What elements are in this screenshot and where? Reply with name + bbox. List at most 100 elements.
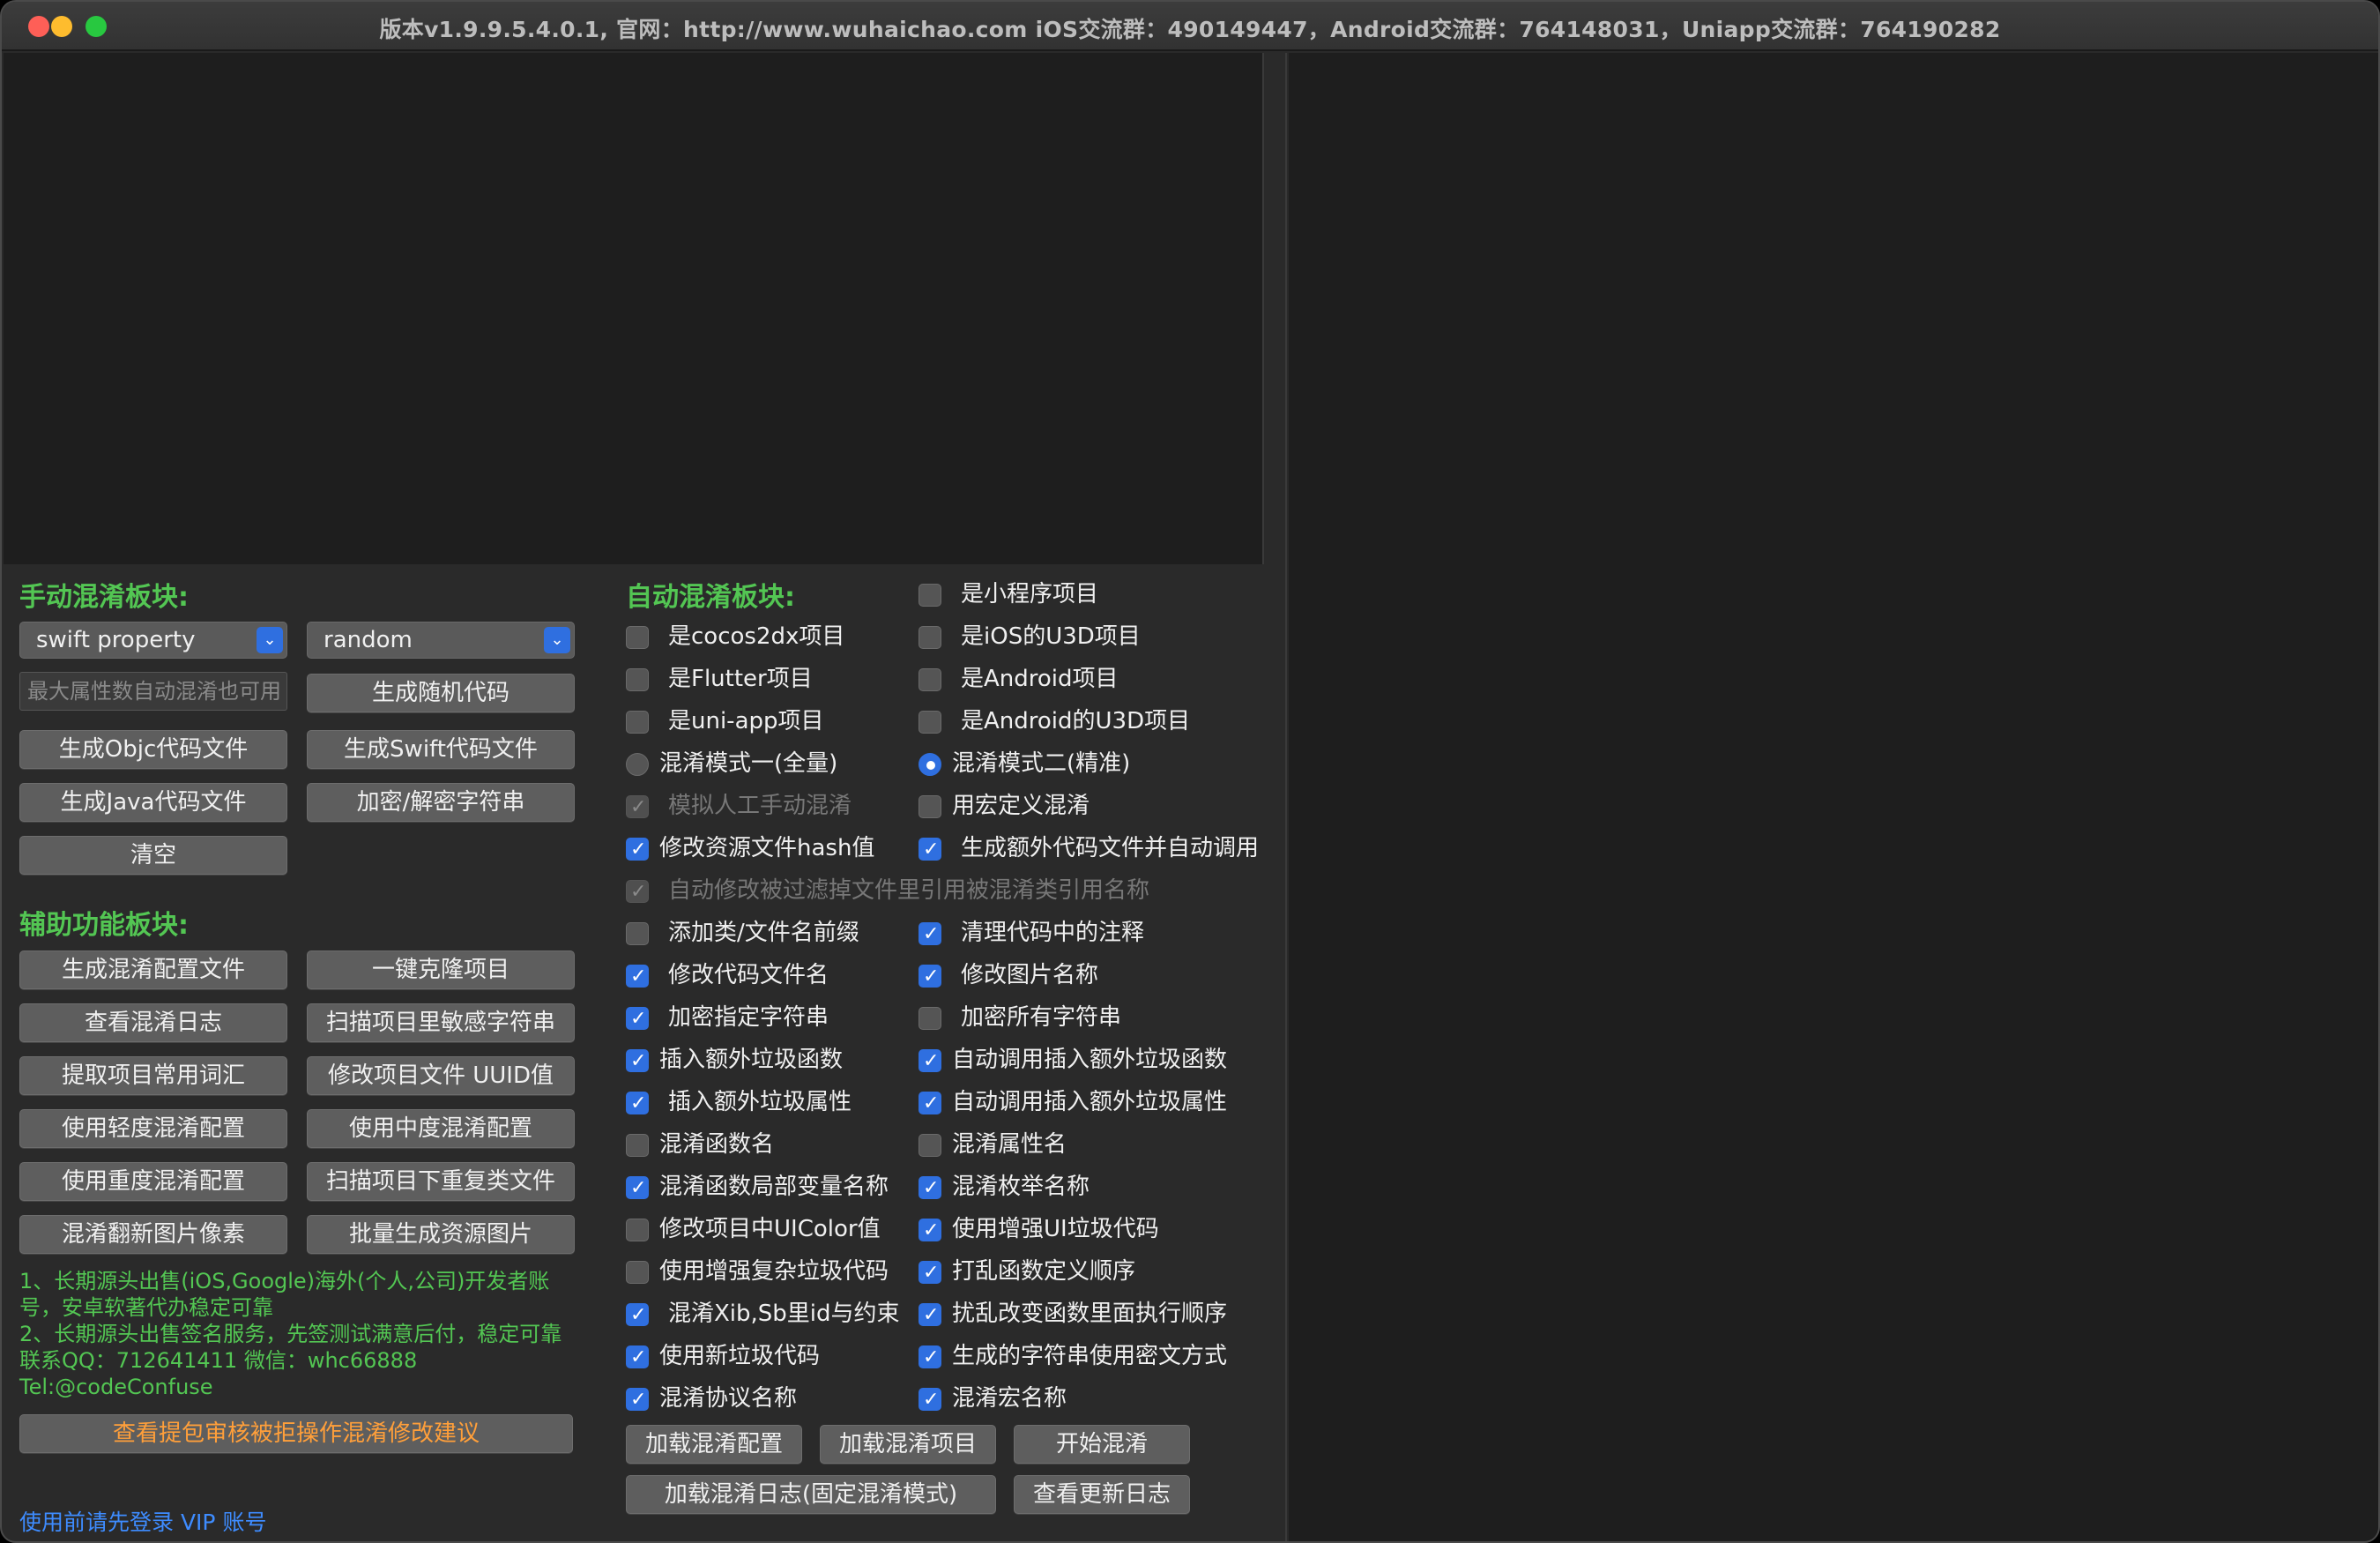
- option-label: 是cocos2dx项目: [668, 623, 845, 650]
- split-divider[interactable]: [1264, 53, 1287, 1541]
- option-label: 修改资源文件hash值: [659, 835, 875, 861]
- code-type-value: swift property: [36, 627, 196, 653]
- option-label: 是小程序项目: [961, 581, 1099, 608]
- view-log-button[interactable]: 查看混淆日志: [19, 1003, 287, 1042]
- output-text-area[interactable]: [4, 53, 1264, 564]
- checkbox-box: [626, 922, 649, 945]
- load-log-fixed-button[interactable]: 加载混淆日志(固定混淆模式): [626, 1475, 996, 1514]
- checkbox-box: [626, 1261, 649, 1284]
- radio-circle: [626, 753, 649, 776]
- light-config-button[interactable]: 使用轻度混淆配置: [19, 1109, 287, 1148]
- option-label: 混淆函数局部变量名称: [659, 1174, 889, 1200]
- modify-uuid-button[interactable]: 修改项目文件 UUID值: [307, 1056, 575, 1095]
- option-label: 插入额外垃圾函数: [659, 1047, 844, 1073]
- checkbox-box: [919, 1215, 941, 1247]
- clear-button[interactable]: 清空: [19, 836, 287, 875]
- option-label: 清理代码中的注释: [961, 920, 1145, 946]
- option-label: 混淆Xib,Sb里id与约束: [668, 1301, 900, 1327]
- load-project-button[interactable]: 加载混淆项目: [820, 1425, 996, 1464]
- option-label: 是iOS的U3D项目: [961, 623, 1141, 650]
- checkbox-box: [626, 1300, 649, 1331]
- gen-random-code-button[interactable]: 生成随机代码: [307, 674, 575, 712]
- title-bar: 版本v1.9.9.5.4.0.1, 官网：http://www.wuhaicha…: [2, 2, 2378, 51]
- clone-project-button[interactable]: 一键克隆项目: [307, 950, 575, 989]
- chevron-down-icon: ⌄: [257, 627, 283, 653]
- checkbox-box: [626, 626, 649, 649]
- checkbox-box: [626, 876, 649, 908]
- option-label: 扰乱改变函数里面执行顺序: [952, 1301, 1228, 1327]
- scan-sensitive-button[interactable]: 扫描项目里敏感字符串: [307, 1003, 575, 1042]
- heavy-config-button[interactable]: 使用重度混淆配置: [19, 1162, 287, 1201]
- option-label: 混淆宏名称: [952, 1385, 1067, 1412]
- gen-objc-button[interactable]: 生成Objc代码文件: [19, 730, 287, 769]
- note-line: 1、长期源头出售(iOS,Google)海外(个人,公司)开发者账: [19, 1269, 550, 1293]
- load-config-button[interactable]: 加载混淆配置: [626, 1425, 802, 1464]
- checkbox-box: [626, 792, 649, 824]
- checkbox-box: [919, 795, 941, 818]
- checkbox-box: [919, 1300, 941, 1331]
- option-label: 混淆模式二(精准): [952, 750, 1131, 777]
- scan-duplicate-button[interactable]: 扫描项目下重复类文件: [307, 1162, 575, 1201]
- option-label: 生成额外代码文件并自动调用: [961, 835, 1260, 861]
- batch-images-button[interactable]: 批量生成资源图片: [307, 1215, 575, 1254]
- option-label: 混淆函数名: [659, 1131, 775, 1158]
- option-label: 生成的字符串使用密文方式: [952, 1343, 1228, 1369]
- option-label: 自动调用插入额外垃圾函数: [952, 1047, 1228, 1073]
- option-label: 模拟人工手动混淆: [668, 793, 852, 819]
- auto-section-heading: 自动混淆板块:: [626, 582, 795, 613]
- checkbox-box: [626, 668, 649, 691]
- option-label: 加密指定字符串: [668, 1004, 829, 1031]
- log-text-area[interactable]: [1289, 53, 2378, 1541]
- option-label: 混淆模式一(全量): [659, 750, 838, 777]
- extract-words-button[interactable]: 提取项目常用词汇: [19, 1056, 287, 1095]
- gen-config-button[interactable]: 生成混淆配置文件: [19, 950, 287, 989]
- checkbox-box: [919, 668, 941, 691]
- checkbox-box: [919, 1046, 941, 1077]
- note-line: 号，安卓软著代办稳定可靠: [19, 1295, 273, 1320]
- option-label: 自动调用插入额外垃圾属性: [952, 1089, 1228, 1115]
- checkbox-box: [626, 1088, 649, 1120]
- manual-section-heading: 手动混淆板块:: [19, 582, 189, 613]
- radio-circle: [919, 753, 941, 776]
- option-label: 添加类/文件名前缀: [668, 920, 859, 946]
- medium-config-button[interactable]: 使用中度混淆配置: [307, 1109, 575, 1148]
- option-label: 混淆枚举名称: [952, 1174, 1090, 1200]
- option-label: 用宏定义混淆: [952, 793, 1090, 819]
- option-label: 是Flutter项目: [668, 666, 813, 692]
- gen-java-button[interactable]: 生成Java代码文件: [19, 783, 287, 822]
- name-mode-select[interactable]: random ⌄: [307, 622, 575, 659]
- checkbox-box: [919, 1007, 941, 1030]
- option-label: 修改代码文件名: [668, 962, 829, 988]
- option-label: 修改图片名称: [961, 962, 1099, 988]
- view-update-log-button[interactable]: 查看更新日志: [1014, 1475, 1190, 1514]
- checkbox-box: [626, 1173, 649, 1204]
- option-label: 使用增强UI垃圾代码: [952, 1216, 1159, 1242]
- checkbox-box: [919, 1088, 941, 1120]
- aux-section-heading: 辅助功能板块:: [19, 910, 189, 941]
- checkbox-box: [919, 711, 941, 734]
- max-props-input[interactable]: 最大属性数自动混淆也可用: [19, 672, 287, 711]
- option-label: 插入额外垃圾属性: [668, 1089, 852, 1115]
- checkbox-box: [626, 834, 649, 866]
- checkbox-box: [626, 1046, 649, 1077]
- review-advice-button[interactable]: 查看提包审核被拒操作混淆修改建议: [19, 1414, 573, 1453]
- checkbox-box: [626, 711, 649, 734]
- checkbox-box: [919, 626, 941, 649]
- vip-login-link[interactable]: 使用前请先登录 VIP 账号: [19, 1505, 266, 1537]
- chevron-down-icon: ⌄: [544, 627, 570, 653]
- encrypt-string-button[interactable]: 加密/解密字符串: [307, 783, 575, 822]
- checkbox-box: [919, 1342, 941, 1374]
- option-label: 加密所有字符串: [961, 1004, 1122, 1031]
- option-label: 自动修改被过滤掉文件里引用被混淆类引用名称: [668, 877, 1150, 904]
- checkbox-box: [626, 1384, 649, 1416]
- flip-pixels-button[interactable]: 混淆翻新图片像素: [19, 1215, 287, 1254]
- option-label: 打乱函数定义顺序: [952, 1258, 1136, 1285]
- checkbox-box: [919, 1257, 941, 1289]
- start-obfuscate-button[interactable]: 开始混淆: [1014, 1425, 1190, 1464]
- checkbox-box: [919, 961, 941, 993]
- code-type-select[interactable]: swift property ⌄: [19, 622, 287, 659]
- gen-swift-button[interactable]: 生成Swift代码文件: [307, 730, 575, 769]
- window-title: 版本v1.9.9.5.4.0.1, 官网：http://www.wuhaicha…: [379, 17, 2001, 42]
- option-label: 使用新垃圾代码: [659, 1343, 821, 1369]
- checkbox-box: [626, 1219, 649, 1241]
